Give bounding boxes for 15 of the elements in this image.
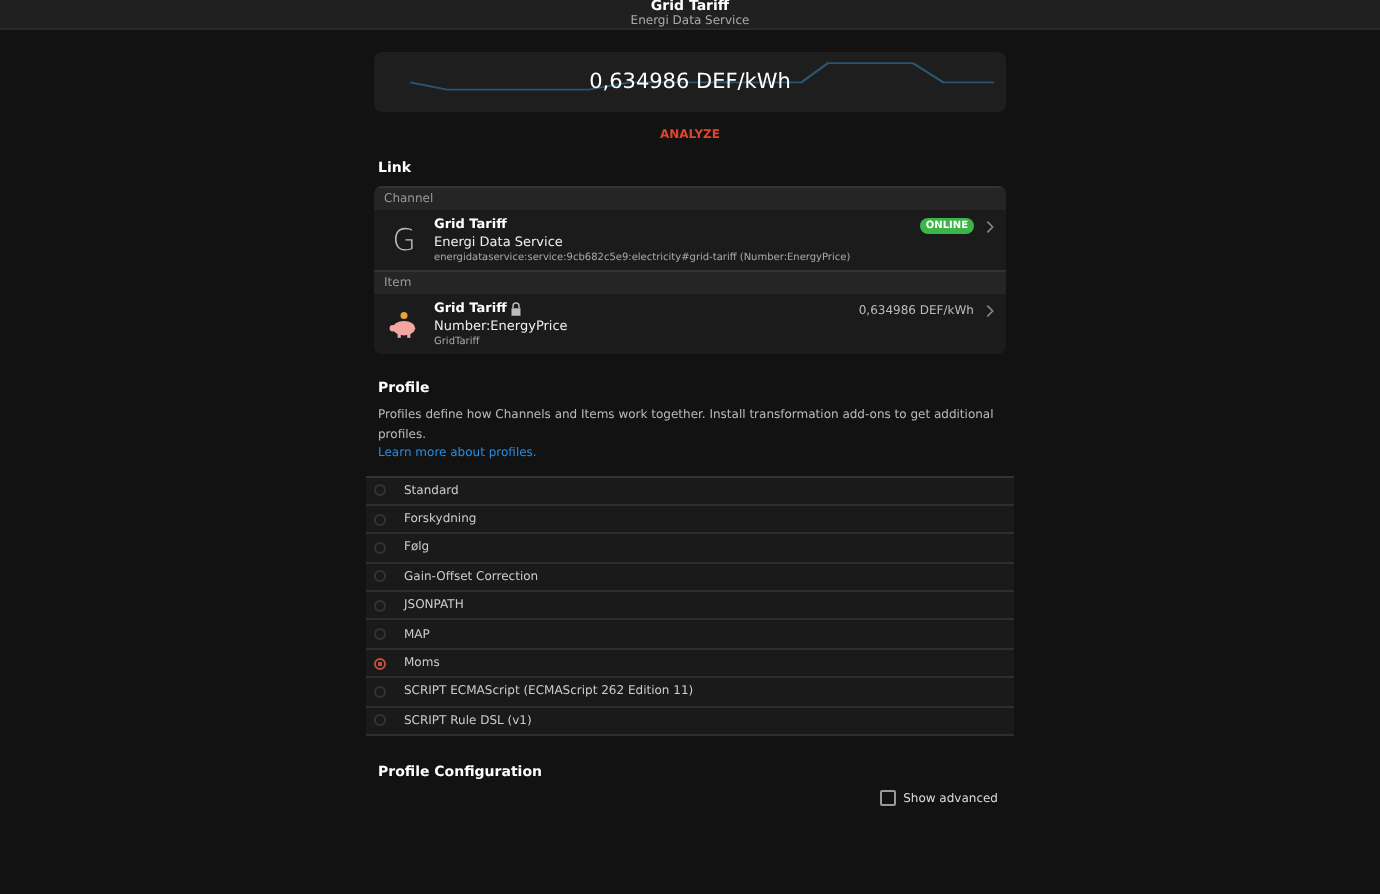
- radio-button[interactable]: [374, 657, 386, 670]
- radio-button[interactable]: [374, 570, 386, 583]
- checkbox[interactable]: [879, 790, 896, 807]
- radio-button[interactable]: [374, 714, 386, 727]
- chevron-icon: [986, 220, 994, 234]
- radio-button[interactable]: [374, 628, 386, 641]
- state-value: 0,634986 DEF/kWh: [589, 70, 791, 94]
- radio-button[interactable]: [374, 513, 386, 526]
- radio-button[interactable]: [374, 484, 386, 497]
- radio-button[interactable]: [374, 685, 386, 698]
- channel-letter-icon: G: [386, 222, 422, 258]
- radio-button[interactable]: [374, 599, 386, 612]
- radio-button[interactable]: [374, 541, 386, 554]
- piggy-bank-icon: [388, 309, 420, 339]
- chevron-icon: [986, 304, 994, 318]
